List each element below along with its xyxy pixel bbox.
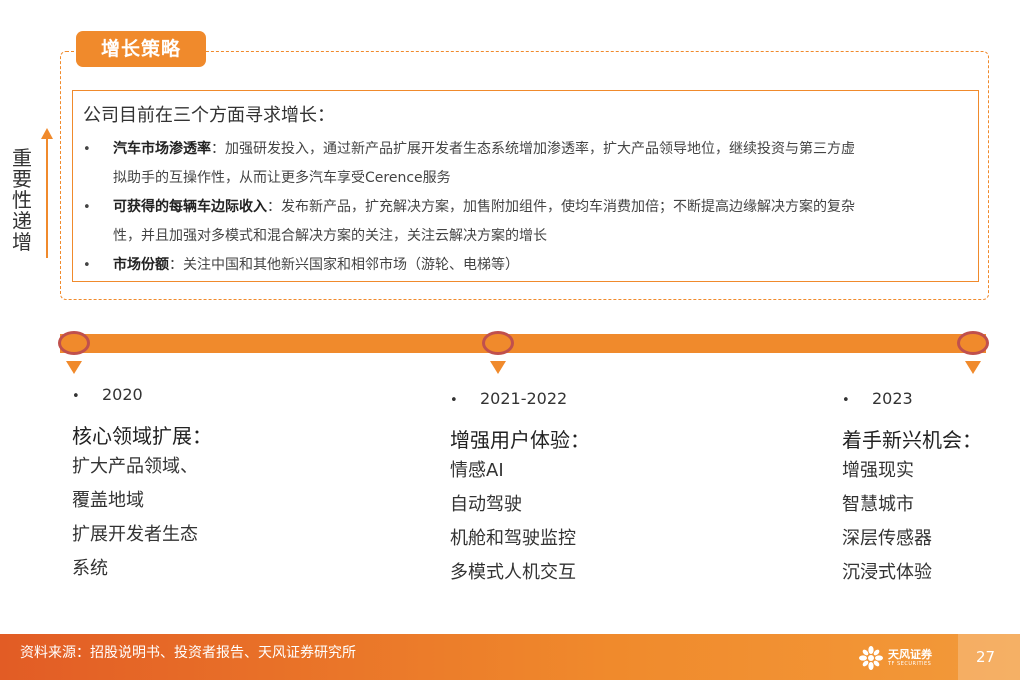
importance-char: 性 — [12, 188, 32, 212]
timeline-item: 扩展开发者生态 — [72, 524, 198, 545]
milestone-down-arrow-icon — [965, 361, 981, 374]
timeline-item: 多模式人机交互 — [450, 562, 576, 583]
timeline-column-2020: • 2020 核心领域扩展： 扩大产品领域、 覆盖地域 扩展开发者生态 系统 — [72, 384, 352, 586]
importance-char: 增 — [12, 230, 32, 254]
bullet-text: ：加强研发投入，通过新产品扩展开发者生态系统增加渗透率，扩大产品领导地位，继续投… — [211, 141, 855, 157]
timeline-item: 情感AI — [450, 460, 504, 481]
timeline-bar — [60, 334, 986, 353]
page-number: 27 — [976, 648, 996, 666]
timeline-title: 着手新兴机会： — [842, 428, 982, 452]
milestone-node — [58, 331, 90, 355]
milestone-node — [957, 331, 989, 355]
flower-logo-icon — [859, 646, 883, 670]
importance-label: 重 要 性 递 增 — [10, 148, 34, 253]
bullet-dot: • — [83, 258, 91, 273]
timeline-item: 沉浸式体验 — [842, 562, 932, 583]
logo-subtext: TF SECURITIES — [888, 661, 932, 667]
milestone-node — [482, 331, 514, 355]
timeline-item: 系统 — [72, 558, 108, 579]
strategy-tab: 增长策略 — [76, 31, 206, 67]
logo-text: 天风证券 — [888, 648, 932, 661]
timeline-item: 扩大产品领域、 — [72, 456, 198, 477]
bullet-text-cont: 性，并且加强对多模式和混合解决方案的关注，关注云解决方案的增长 — [113, 228, 547, 244]
timeline-year: • 2021-2022 — [450, 388, 730, 412]
strategy-intro: 公司目前在三个方面寻求增长： — [83, 105, 335, 126]
milestone-down-arrow-icon — [490, 361, 506, 374]
bullet-text: ：发布新产品，扩充解决方案，加售附加组件，使均车消费加倍；不断提高边缘解决方案的… — [267, 199, 855, 215]
bullet-dot: • — [842, 393, 850, 408]
timeline-year: • 2020 — [72, 384, 352, 408]
bullet-heading: 市场份额 — [113, 257, 169, 273]
bullet-heading: 汽车市场渗透率 — [113, 141, 211, 157]
timeline-year: • 2023 — [842, 388, 1012, 412]
timeline-item: 自动驾驶 — [450, 494, 522, 515]
company-logo: 天风证券 TF SECURITIES — [858, 643, 948, 673]
timeline-title: 核心领域扩展： — [72, 424, 212, 448]
strategy-bullet: • 可获得的每辆车边际收入：发布新产品，扩充解决方案，加售附加组件，使均车消费加… — [83, 193, 968, 251]
importance-char: 递 — [12, 209, 32, 233]
timeline-column-2021-2022: • 2021-2022 增强用户体验： 情感AI 自动驾驶 机舱和驾驶监控 多模式… — [450, 388, 730, 590]
strategy-bullet: • 汽车市场渗透率：加强研发投入，通过新产品扩展开发者生态系统增加渗透率，扩大产… — [83, 135, 968, 193]
importance-char: 重 — [12, 146, 32, 170]
strategy-bullet: • 市场份额：关注中国和其他新兴国家和相邻市场（游轮、电梯等） — [83, 251, 968, 280]
timeline-item: 智慧城市 — [842, 494, 914, 515]
strategy-box: 公司目前在三个方面寻求增长： • 汽车市场渗透率：加强研发投入，通过新产品扩展开… — [72, 90, 979, 282]
timeline-item: 机舱和驾驶监控 — [450, 528, 576, 549]
footer-source: 资料来源：招股说明书、投资者报告、天风证券研究所 — [20, 645, 356, 661]
bullet-dot: • — [83, 142, 91, 157]
timeline-item: 增强现实 — [842, 460, 914, 481]
importance-char: 要 — [12, 167, 32, 191]
footer: 资料来源：招股说明书、投资者报告、天风证券研究所 天风证券 TF SECURIT… — [0, 634, 1020, 680]
up-arrow-line — [46, 138, 48, 258]
bullet-heading: 可获得的每辆车边际收入 — [113, 199, 267, 215]
bullet-text: ：关注中国和其他新兴国家和相邻市场（游轮、电梯等） — [169, 257, 519, 273]
timeline-title: 增强用户体验： — [450, 428, 590, 452]
milestone-down-arrow-icon — [66, 361, 82, 374]
bullet-dot: • — [83, 200, 91, 215]
timeline-column-2023: • 2023 着手新兴机会： 增强现实 智慧城市 深层传感器 沉浸式体验 — [842, 388, 1012, 590]
bullet-text-cont: 拟助手的互操作性，从而让更多汽车享受Cerence服务 — [113, 170, 451, 186]
timeline-item: 深层传感器 — [842, 528, 932, 549]
bullet-dot: • — [72, 389, 80, 404]
bullet-dot: • — [450, 393, 458, 408]
timeline-item: 覆盖地域 — [72, 490, 144, 511]
